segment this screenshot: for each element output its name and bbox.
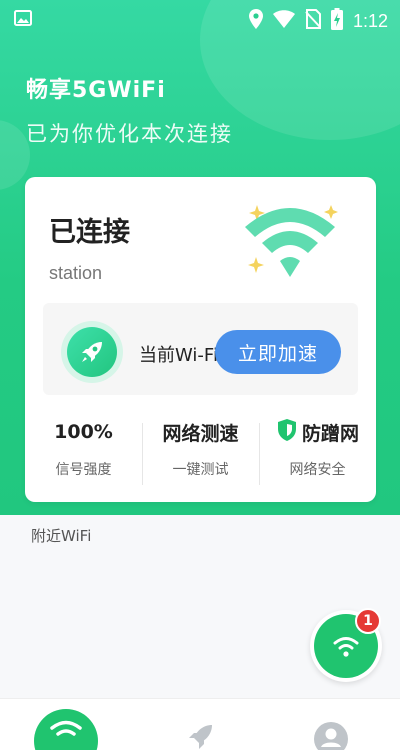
- connection-card: 已连接 station 当前Wi-Fi 立即加速 100% 信号强度 网络测速 …: [25, 177, 376, 502]
- signal-strength-stat[interactable]: 100% 信号强度: [25, 417, 142, 479]
- nearby-wifi-heading: 附近WiFi: [31, 527, 92, 545]
- notification-badge: 1: [355, 608, 381, 634]
- app-title: 畅享5GWiFi: [26, 78, 166, 103]
- rocket-icon: [67, 327, 117, 377]
- no-sim-icon: [305, 9, 321, 33]
- tab-profile[interactable]: [313, 721, 373, 750]
- app-subtitle: 已为你优化本次连接: [26, 122, 233, 146]
- location-icon: [248, 9, 263, 33]
- speed-panel: 当前Wi-Fi 立即加速: [43, 303, 358, 395]
- rocket-badge: [61, 321, 123, 383]
- wifi-signal-icon: [272, 10, 295, 32]
- current-wifi-label: 当前Wi-Fi: [139, 345, 218, 366]
- bottom-tab-bar: [0, 698, 400, 750]
- speed-test-stat[interactable]: 网络测速 一键测试: [142, 417, 259, 479]
- connection-status: 已连接: [49, 217, 130, 248]
- battery-charging-icon: [330, 8, 343, 34]
- speed-test-title: 网络测速: [162, 422, 239, 445]
- anti-leech-stat[interactable]: 防蹭网 网络安全: [259, 417, 376, 479]
- wifi-illustration-icon: [230, 185, 350, 290]
- clock: 1:12: [352, 10, 388, 31]
- anti-leech-label: 网络安全: [289, 462, 346, 478]
- wifi-tab-icon: [49, 719, 83, 745]
- profile-tab-icon: [313, 722, 349, 750]
- anti-leech-title: 防蹭网: [301, 422, 359, 445]
- shield-icon: [276, 418, 298, 447]
- signal-strength-label: 信号强度: [55, 462, 112, 478]
- boost-button[interactable]: 立即加速: [215, 330, 341, 374]
- ssid-label: station: [49, 263, 103, 283]
- stats-row: 100% 信号强度 网络测速 一键测试 防蹭网 网络安全: [25, 417, 376, 487]
- rocket-tab-icon: [184, 725, 216, 750]
- status-bar: 1:12: [0, 0, 400, 38]
- image-icon: [14, 10, 32, 30]
- signal-strength-value: 100%: [54, 421, 113, 443]
- speed-test-label: 一键测试: [172, 462, 229, 478]
- tab-wifi[interactable]: [34, 709, 98, 750]
- tab-boost[interactable]: [184, 723, 244, 750]
